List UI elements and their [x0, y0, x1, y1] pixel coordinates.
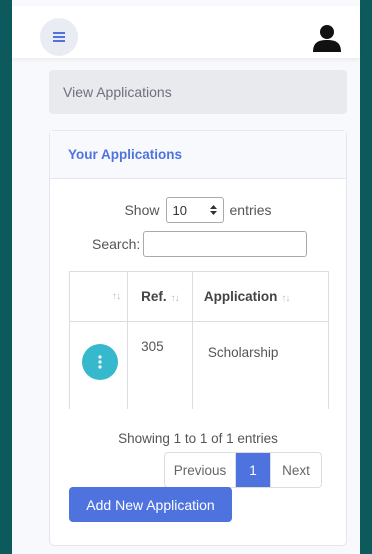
app-frame: View Applications Your Applications Show… — [12, 0, 360, 554]
next-page-button[interactable]: Next — [270, 453, 321, 487]
entries-select[interactable]: 10 — [165, 197, 224, 223]
table-scroll-container[interactable]: ↑↓ Ref. ↑↓ Application ↑↓ 305 Scholarshi… — [69, 271, 329, 409]
column-header-ref[interactable]: Ref. ↑↓ — [127, 271, 193, 322]
pagination: Previous 1 Next — [164, 452, 322, 488]
sort-icon: ↑↓ — [112, 291, 121, 302]
entries-length-control: Show 10 entries — [50, 197, 346, 223]
sidebar-toggle-button[interactable] — [40, 18, 78, 56]
previous-page-button[interactable]: Previous — [165, 453, 236, 487]
column-label-ref: Ref. — [141, 289, 167, 304]
search-label: Search: — [92, 236, 141, 252]
search-control: Search: — [92, 231, 308, 257]
applications-table: ↑↓ Ref. ↑↓ Application ↑↓ 305 Scholarshi… — [69, 271, 329, 409]
cell-action — [69, 321, 129, 409]
user-icon[interactable] — [312, 24, 342, 52]
breadcrumb: View Applications — [49, 70, 347, 114]
column-label-application: Application — [203, 289, 278, 304]
application-value: Scholarship — [207, 345, 279, 360]
entries-label: entries — [229, 202, 272, 218]
applications-card: Your Applications Show 10 entries Search… — [49, 130, 347, 546]
hamburger-icon — [53, 32, 65, 42]
sort-icon: ↑↓ — [170, 293, 180, 304]
row-action-button[interactable] — [82, 344, 118, 380]
cell-ref: 305 — [127, 321, 193, 409]
card-title: Your Applications — [68, 147, 183, 162]
more-vertical-icon — [98, 355, 102, 369]
cell-application: Scholarship — [191, 321, 329, 409]
page-1-button[interactable]: 1 — [236, 453, 270, 487]
table-header-row: ↑↓ Ref. ↑↓ Application ↑↓ — [69, 271, 329, 322]
column-header-action[interactable]: ↑↓ — [69, 271, 129, 322]
card-header: Your Applications — [50, 131, 346, 179]
select-arrows-icon — [209, 205, 217, 215]
entries-value: 10 — [172, 202, 187, 218]
column-header-application[interactable]: Application ↑↓ — [191, 271, 329, 322]
search-input[interactable] — [143, 231, 308, 257]
sort-icon: ↑↓ — [281, 293, 290, 304]
show-label: Show — [124, 202, 160, 218]
table-info: Showing 1 to 1 of 1 entries — [118, 431, 278, 446]
ref-value: 305 — [141, 339, 164, 354]
add-new-application-button[interactable]: Add New Application — [69, 487, 232, 522]
topbar — [12, 6, 360, 58]
table-row: 305 Scholarship — [69, 321, 329, 409]
breadcrumb-label: View Applications — [63, 84, 172, 100]
